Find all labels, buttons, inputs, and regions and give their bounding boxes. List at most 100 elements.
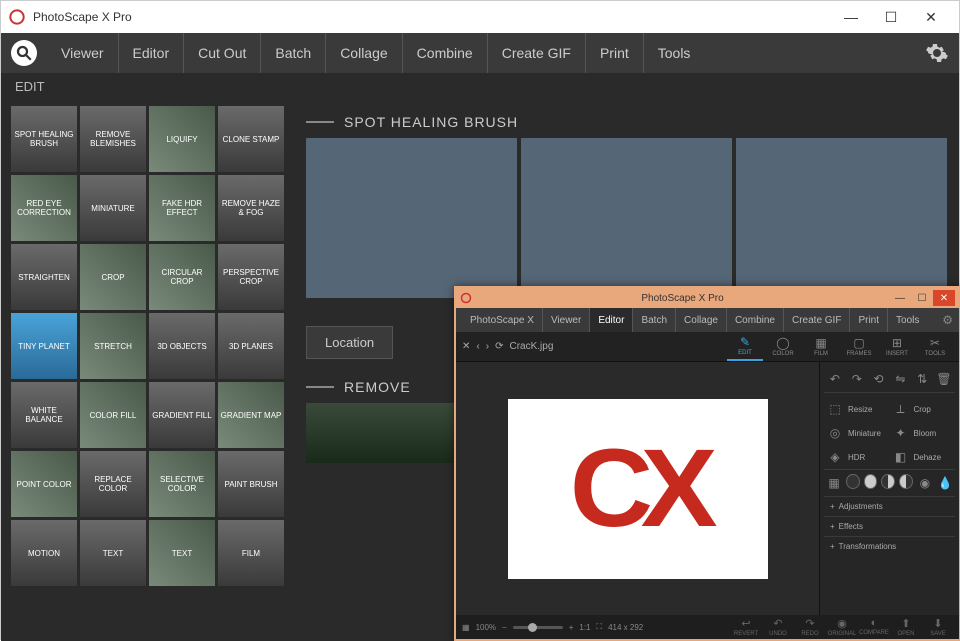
tile-point-color[interactable]: POINT COLOR: [11, 451, 77, 517]
trash-icon[interactable]: 🗑: [935, 370, 953, 388]
tile-liquify[interactable]: LIQUIFY: [149, 106, 215, 172]
maximize-button[interactable]: ☐: [871, 3, 911, 31]
status-open[interactable]: ⬆OPEN: [891, 617, 921, 637]
menu-creategif[interactable]: Create GIF: [488, 33, 586, 73]
win2-minimize-button[interactable]: —: [889, 290, 911, 306]
tool-hdr[interactable]: ◈HDR: [824, 445, 890, 469]
tile-tiny-planet[interactable]: TINY PLANET: [11, 313, 77, 379]
tile-gradient-map[interactable]: GRADIENT MAP: [218, 382, 284, 448]
tile-film[interactable]: FILM: [218, 520, 284, 586]
canvas-area[interactable]: CX: [456, 362, 819, 615]
location-button[interactable]: Location: [306, 326, 393, 359]
gear-icon[interactable]: [925, 41, 949, 65]
tile-remove-blemishes[interactable]: REMOVE BLEMISHES: [80, 106, 146, 172]
tool-resize[interactable]: ⬚Resize: [824, 397, 890, 421]
tile-selective-color[interactable]: SELECTIVE COLOR: [149, 451, 215, 517]
accordion-transformations[interactable]: +Transformations: [824, 536, 955, 556]
tile-clone-stamp[interactable]: CLONE STAMP: [218, 106, 284, 172]
menu-editor[interactable]: Editor: [119, 33, 185, 73]
status-redo[interactable]: ↷REDO: [795, 617, 825, 637]
zoom-slider[interactable]: [513, 626, 563, 629]
win2-menu-viewer[interactable]: Viewer: [543, 308, 590, 332]
menu-batch[interactable]: Batch: [261, 33, 326, 73]
tile-replace-color[interactable]: REPLACE COLOR: [80, 451, 146, 517]
close-button[interactable]: ✕: [911, 3, 951, 31]
tile-straighten[interactable]: STRAIGHTEN: [11, 244, 77, 310]
win2-tab-color[interactable]: ◯COLOR: [765, 333, 801, 361]
tile-perspective-crop[interactable]: PERSPECTIVE CROP: [218, 244, 284, 310]
zoom-out-icon[interactable]: −: [502, 623, 507, 632]
win2-tab-frames[interactable]: ▢FRAMES: [841, 333, 877, 361]
win2-tab-tools[interactable]: ✂TOOLS: [917, 333, 953, 361]
preset-circle-2[interactable]: [864, 474, 878, 489]
menu-combine[interactable]: Combine: [403, 33, 488, 73]
tile-text1[interactable]: TEXT: [80, 520, 146, 586]
win2-prev-icon[interactable]: ‹: [476, 341, 479, 352]
win2-tab-insert[interactable]: ⊞INSERT: [879, 333, 915, 361]
status-fit-icon[interactable]: ⛶: [597, 622, 603, 632]
status-compare[interactable]: ◐COMPARE: [859, 617, 889, 637]
win2-menu-batch[interactable]: Batch: [633, 308, 676, 332]
example-thumb-2[interactable]: [521, 138, 732, 298]
tile-text2[interactable]: TEXT: [149, 520, 215, 586]
status-revert[interactable]: ↩REVERT: [731, 617, 761, 637]
win2-tab-edit[interactable]: ✎EDIT: [727, 333, 763, 361]
win2-menu-collage[interactable]: Collage: [676, 308, 727, 332]
preset-drop-icon[interactable]: ◉: [917, 474, 933, 492]
tile-motion[interactable]: MOTION: [11, 520, 77, 586]
preset-circle-3[interactable]: [881, 474, 895, 489]
tile-white-balance[interactable]: WHITE BALANCE: [11, 382, 77, 448]
tile-fake-hdr[interactable]: FAKE HDR EFFECT: [149, 175, 215, 241]
tile-red-eye[interactable]: RED EYE CORRECTION: [11, 175, 77, 241]
tool-dehaze[interactable]: ◧Dehaze: [890, 445, 956, 469]
tile-paint-brush[interactable]: PAINT BRUSH: [218, 451, 284, 517]
win2-tab-film[interactable]: ▦FILM: [803, 333, 839, 361]
preset-circle-1[interactable]: [846, 474, 860, 489]
rotate-free-icon[interactable]: ⟲: [870, 370, 888, 388]
preset-grid-icon[interactable]: ▦: [826, 474, 842, 492]
win2-menu-combine[interactable]: Combine: [727, 308, 784, 332]
status-original[interactable]: ◉ORIGINAL: [827, 617, 857, 637]
preset-drop2-icon[interactable]: 💧: [937, 474, 953, 492]
menu-cutout[interactable]: Cut Out: [184, 33, 261, 73]
rotate-right-icon[interactable]: ↷: [848, 370, 866, 388]
win2-menu-print[interactable]: Print: [850, 308, 888, 332]
win2-menu-creategif[interactable]: Create GIF: [784, 308, 850, 332]
app-logo-icon[interactable]: [11, 40, 37, 66]
example-thumb-3[interactable]: [736, 138, 947, 298]
minimize-button[interactable]: —: [831, 3, 871, 31]
menu-tools[interactable]: Tools: [644, 33, 705, 73]
flip-h-icon[interactable]: ⇋: [891, 370, 909, 388]
tile-circular-crop[interactable]: CIRCULAR CROP: [149, 244, 215, 310]
win2-next-icon[interactable]: ›: [486, 341, 489, 352]
tile-color-fill[interactable]: COLOR FILL: [80, 382, 146, 448]
win2-menu-photoscape[interactable]: PhotoScape X: [462, 308, 543, 332]
tile-3d-planes[interactable]: 3D PLANES: [218, 313, 284, 379]
zoom-in-icon[interactable]: +: [569, 623, 574, 632]
win2-refresh-icon[interactable]: ⟳: [495, 341, 503, 352]
preset-circle-4[interactable]: [899, 474, 913, 489]
win2-close-file-icon[interactable]: ✕: [462, 341, 470, 352]
example-thumb-1[interactable]: [306, 138, 517, 298]
menu-viewer[interactable]: Viewer: [47, 33, 119, 73]
tile-gradient-fill[interactable]: GRADIENT FILL: [149, 382, 215, 448]
tool-crop[interactable]: ⟂Crop: [890, 397, 956, 421]
tile-3d-objects[interactable]: 3D OBJECTS: [149, 313, 215, 379]
tool-bloom[interactable]: ✦Bloom: [890, 421, 956, 445]
win2-gear-icon[interactable]: ⚙: [942, 313, 953, 327]
menu-collage[interactable]: Collage: [326, 33, 402, 73]
tile-remove-haze[interactable]: REMOVE HAZE & FOG: [218, 175, 284, 241]
tile-stretch[interactable]: STRETCH: [80, 313, 146, 379]
status-save[interactable]: ⬇SAVE: [923, 617, 953, 637]
tile-crop[interactable]: CROP: [80, 244, 146, 310]
status-undo[interactable]: ↶UNDO: [763, 617, 793, 637]
accordion-adjustments[interactable]: +Adjustments: [824, 496, 955, 516]
tile-miniature[interactable]: MINIATURE: [80, 175, 146, 241]
win2-menu-editor[interactable]: Editor: [590, 308, 633, 332]
win2-close-button[interactable]: ✕: [933, 290, 955, 306]
tool-miniature[interactable]: ◎Miniature: [824, 421, 890, 445]
status-ratio[interactable]: 1:1: [579, 623, 590, 632]
win2-menu-tools[interactable]: Tools: [888, 308, 927, 332]
status-grid-icon[interactable]: ▦: [462, 623, 470, 632]
flip-v-icon[interactable]: ⇅: [913, 370, 931, 388]
